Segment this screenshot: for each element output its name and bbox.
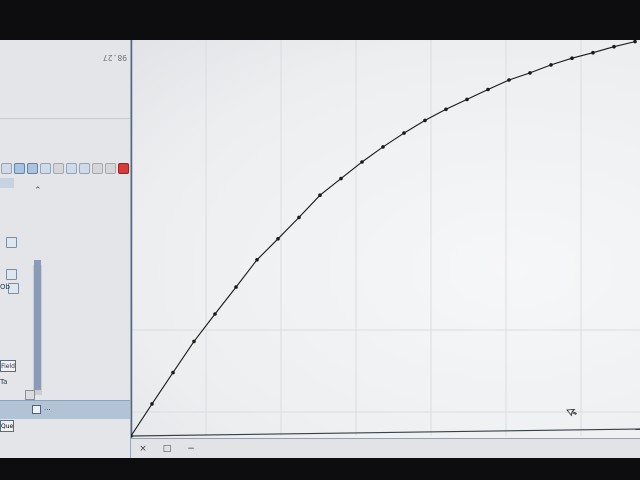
screen: 98.27 ⌃ Ob Field Ta ... Que × □ −: [0, 40, 640, 458]
side-label: Ta: [0, 378, 8, 386]
select-icon[interactable]: [14, 162, 25, 174]
pin-icon[interactable]: [1, 162, 12, 174]
data-point[interactable]: [591, 50, 595, 55]
grid-icon[interactable]: [66, 162, 77, 174]
panel-footer: ...: [0, 400, 130, 419]
close-icon[interactable]: [105, 162, 116, 174]
data-point[interactable]: [234, 285, 238, 289]
data-point[interactable]: [444, 107, 448, 112]
copy-icon[interactable]: [53, 162, 64, 174]
object-label: Ob: [0, 283, 10, 291]
left-panel: 98.27 ⌃ Ob Field Ta ... Que: [0, 40, 131, 458]
tree-row-selected[interactable]: [0, 178, 14, 188]
data-point[interactable]: [570, 56, 574, 60]
minimize-icon[interactable]: −: [179, 444, 203, 454]
data-point[interactable]: [486, 87, 490, 92]
panel-caption: 98.27: [102, 53, 128, 62]
delete-icon[interactable]: [92, 162, 103, 174]
monitor-bezel: [0, 458, 640, 480]
data-point[interactable]: [360, 160, 364, 164]
data-point[interactable]: [612, 44, 616, 49]
footer-text: ...: [44, 404, 51, 412]
close-icon[interactable]: ×: [131, 444, 155, 454]
plot-window: × □ −: [131, 40, 640, 458]
data-point[interactable]: [381, 145, 385, 149]
data-point[interactable]: [276, 237, 280, 241]
data-point[interactable]: [465, 97, 469, 102]
data-point[interactable]: [402, 131, 406, 135]
side-tool-icon[interactable]: [6, 269, 17, 280]
link-icon[interactable]: [79, 162, 90, 174]
restore-icon[interactable]: □: [155, 444, 179, 454]
chart: [131, 40, 640, 438]
data-point[interactable]: [423, 118, 427, 123]
x-axis: [131, 428, 640, 437]
data-point[interactable]: [213, 312, 217, 316]
side-tool-icon[interactable]: [6, 237, 17, 248]
chevron-up-icon[interactable]: ⌃: [34, 186, 42, 196]
data-point[interactable]: [633, 40, 637, 44]
stop-icon[interactable]: [118, 162, 129, 174]
data-point[interactable]: [318, 193, 322, 197]
data-point[interactable]: [297, 215, 301, 220]
data-point[interactable]: [150, 402, 154, 406]
data-point[interactable]: [507, 78, 511, 82]
panel-separator: [0, 118, 130, 119]
scroll-end-button[interactable]: [25, 390, 35, 400]
footer-checkbox[interactable]: [32, 405, 41, 414]
data-point[interactable]: [549, 63, 553, 67]
data-point[interactable]: [171, 370, 175, 375]
series-line: [131, 41, 636, 437]
query-button[interactable]: Que: [0, 420, 14, 432]
move-icon[interactable]: [40, 162, 51, 174]
data-point[interactable]: [339, 176, 343, 181]
field-button[interactable]: Field: [0, 360, 16, 372]
data-point[interactable]: [192, 339, 196, 344]
edit-icon[interactable]: [27, 162, 38, 174]
data-point[interactable]: [255, 258, 259, 262]
toolbar: [0, 160, 131, 176]
data-point[interactable]: [528, 71, 532, 75]
window-controls: × □ −: [131, 438, 640, 458]
scrollbar-thumb[interactable]: [34, 260, 41, 390]
